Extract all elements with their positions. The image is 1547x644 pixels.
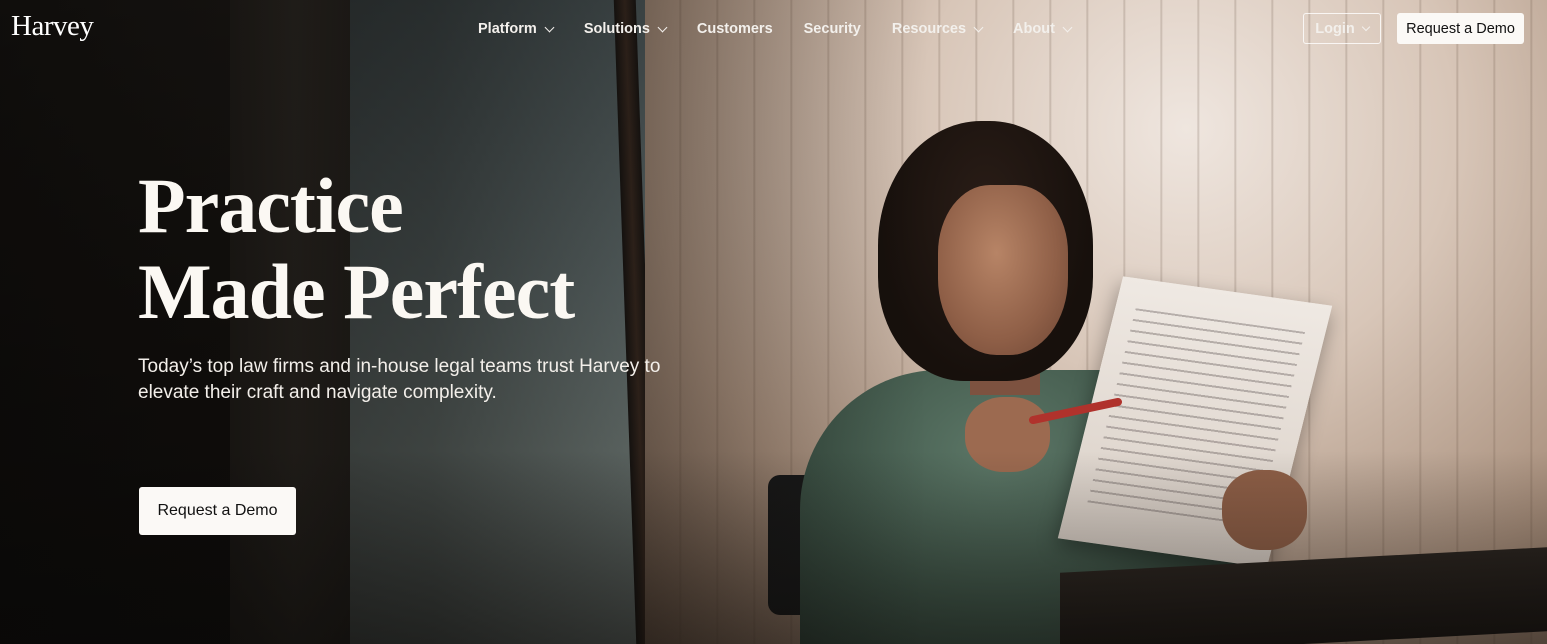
nav-item-label: About [1013,21,1055,37]
nav-item-label: Solutions [583,21,650,37]
nav-item-platform[interactable]: Platform [478,19,555,39]
hero-subcopy: Today’s top law firms and in-house legal… [138,354,698,406]
nav-item-solutions[interactable]: Solutions [583,19,668,39]
nav-item-resources[interactable]: Resources [891,19,984,39]
request-demo-nav-button[interactable]: Request a Demo [1397,13,1524,44]
nav-item-label: Resources [891,21,967,37]
subcopy-line: Today’s top law firms and in-house legal… [138,356,661,377]
request-demo-hero-button[interactable]: Request a Demo [139,487,296,535]
nav-item-label: Customers [696,21,773,37]
login-button[interactable]: Login [1303,13,1381,44]
nav-item-security[interactable]: Security [804,19,861,39]
harvey-logo[interactable]: Harvey [11,10,94,43]
top-navigation: Harvey Platform Solutions Customers Secu… [0,0,1547,58]
chevron-down-icon [1361,22,1370,31]
chevron-down-icon [657,22,668,32]
chevron-down-icon [973,22,984,32]
main-menu: Platform Solutions Customers Security Re… [478,19,1102,39]
subcopy-line: elevate their craft and navigate complex… [138,382,497,403]
nav-item-customers[interactable]: Customers [697,19,773,39]
chevron-down-icon [1062,22,1073,32]
headline-line: Practice [138,162,404,249]
login-label: Login [1315,20,1355,37]
nav-item-label: Security [803,21,861,37]
nav-item-about[interactable]: About [1013,19,1073,39]
headline-line: Made Perfect [138,248,575,335]
chevron-down-icon [544,22,555,32]
nav-item-label: Platform [478,21,537,37]
hero-headline: Practice Made Perfect [138,162,575,335]
